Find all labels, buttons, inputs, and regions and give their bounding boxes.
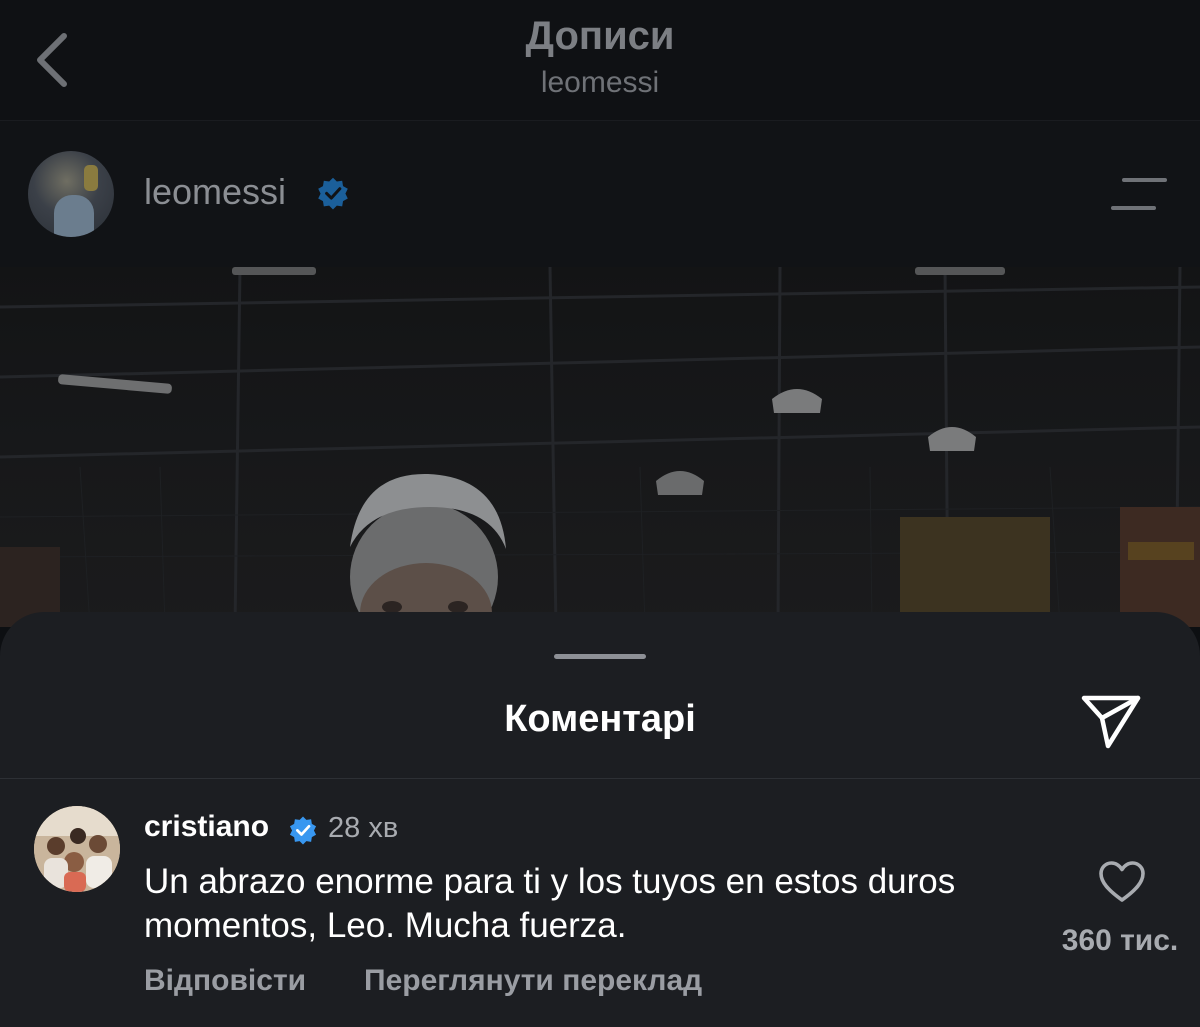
sheet-drag-handle[interactable] <box>554 654 646 659</box>
see-translation-button[interactable]: Переглянути переклад <box>364 964 702 998</box>
top-nav-bar: Дописи leomessi <box>0 0 1200 121</box>
post-author-avatar[interactable] <box>28 151 114 237</box>
page-subtitle: leomessi <box>540 66 660 99</box>
verified-badge-icon <box>318 177 348 210</box>
post-author-username[interactable]: leomessi <box>144 171 286 213</box>
comment-author-username[interactable]: cristiano <box>144 810 269 844</box>
comment-author-avatar[interactable] <box>34 806 120 892</box>
comments-sheet: Коментарі cristiano 28 хв Un abrazo enor… <box>0 612 1200 1027</box>
like-count: 360 тис. <box>1061 924 1179 957</box>
comment-text: Un abrazo enorme para ti y los tuyos en … <box>144 862 956 945</box>
sheet-divider <box>0 778 1200 779</box>
hamburger-menu-icon <box>1111 178 1167 210</box>
heart-icon <box>1099 861 1145 902</box>
post-menu-button[interactable] <box>1110 176 1168 212</box>
share-button[interactable] <box>1080 690 1144 750</box>
page-title: Дописи <box>525 14 675 58</box>
photo-scene <box>0 267 1200 627</box>
like-button[interactable] <box>1098 860 1146 904</box>
sheet-title: Коментарі <box>504 698 696 740</box>
reply-button[interactable]: Відповісти <box>144 964 306 998</box>
post-photo[interactable] <box>0 267 1200 627</box>
comment-timestamp: 28 хв <box>328 812 399 844</box>
avatar-image <box>34 806 120 892</box>
send-icon <box>1081 695 1141 749</box>
post-header: leomessi <box>0 121 1200 267</box>
verified-badge-icon <box>289 816 317 845</box>
